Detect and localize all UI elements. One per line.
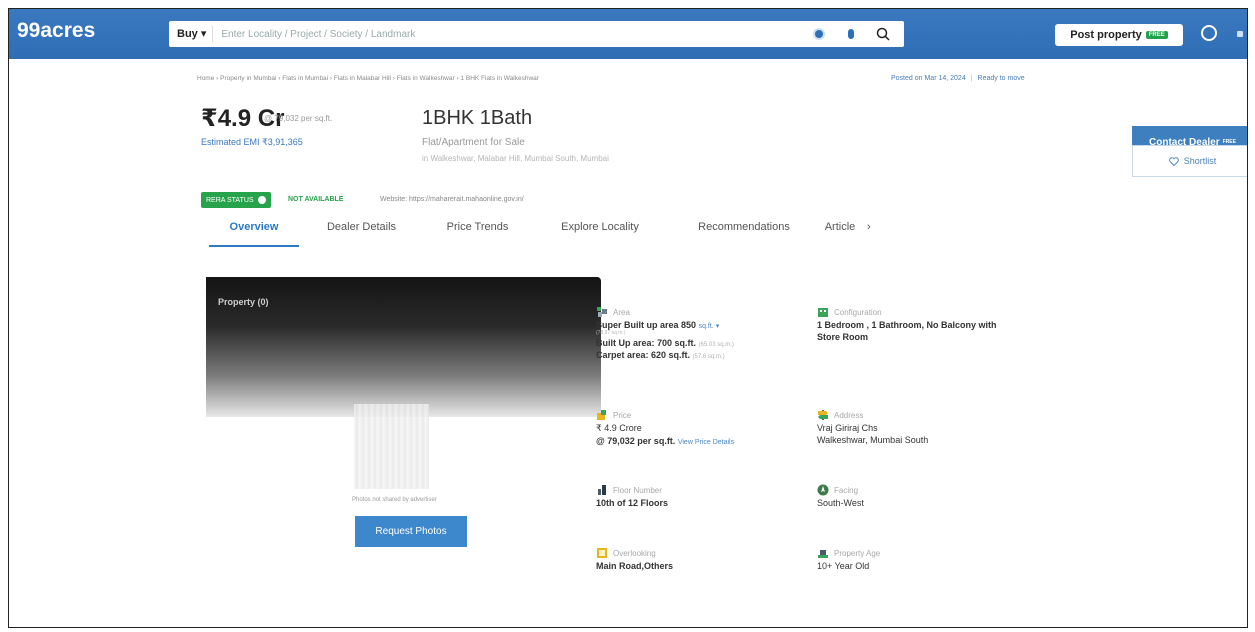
top-header: 99acres Buy ▾ Enter Locality / Project /… (9, 9, 1247, 59)
floor-label: Floor Number (613, 485, 662, 495)
detail-property-age: Property Age 10+ Year Old (817, 547, 881, 572)
detail-configuration: Configuration 1 Bedroom , 1 Bathroom, No… (817, 306, 997, 343)
user-icon[interactable] (1201, 25, 1217, 41)
shortlist-label: Shortlist (1183, 156, 1217, 166)
area-label: Area (613, 307, 630, 317)
posted-date: Posted on Mar 14, 2024 (891, 75, 966, 82)
tab-recommendations[interactable]: Recommendations (669, 213, 819, 247)
flat-type: Flat/Apartment for Sale (422, 137, 525, 148)
address-icon (818, 410, 828, 420)
property-age-value: 10+ Year Old (817, 561, 870, 571)
post-property-button[interactable]: Post property FREE (1055, 24, 1183, 46)
configuration-label: Configuration (834, 307, 882, 317)
area-unit-dropdown[interactable]: sq.ft. ▾ (699, 323, 720, 330)
price-per-sqft: @ 79,032 per sq.ft. (264, 114, 333, 123)
overlooking-label: Overlooking (613, 548, 656, 558)
rera-website[interactable]: Website: https://maharerait.mahaonline.g… (380, 196, 524, 203)
rera-label: RERA STATUS (206, 196, 254, 204)
overlooking-icon (597, 548, 607, 558)
tab-article[interactable]: Article (819, 213, 861, 247)
property-age-label: Property Age (834, 548, 881, 558)
possession-status: Ready to move (977, 75, 1025, 82)
address-line-2: Walkeshwar, Mumbai South (817, 435, 929, 445)
area-icon (597, 307, 607, 317)
locate-icon[interactable] (808, 23, 830, 45)
site-logo[interactable]: 99acres (17, 19, 95, 43)
detail-overlooking: Overlooking Main Road,Others (596, 547, 673, 571)
tab-price-trends[interactable]: Price Trends (424, 213, 531, 247)
photos-note: Photos not shared by advertiser (352, 497, 437, 503)
compass-icon (817, 484, 829, 496)
tab-dealer-details[interactable]: Dealer Details (299, 213, 424, 247)
configuration-line-1: 1 Bedroom , 1 Bathroom, No Balcony with (817, 320, 997, 330)
configuration-icon (818, 308, 828, 317)
section-tabs: Overview Dealer Details Price Trends Exp… (209, 213, 871, 247)
price-icon (597, 410, 606, 420)
buy-label: Buy (177, 28, 198, 40)
super-area-sqm: (78.97 sq.m.) (596, 330, 626, 336)
photo-count-label: Property (0) (218, 297, 269, 307)
mic-icon[interactable] (840, 23, 862, 45)
detail-facing: Facing South-West (817, 484, 864, 508)
facing-value: South-West (817, 498, 864, 508)
page-frame: 99acres Buy ▾ Enter Locality / Project /… (8, 8, 1248, 628)
tab-explore-locality[interactable]: Explore Locality (531, 213, 669, 247)
photo-placeholder (354, 404, 429, 489)
shortlist-button[interactable]: Shortlist (1132, 145, 1247, 177)
built-up-area: Built Up area: 700 sq.ft. (596, 338, 697, 348)
property-age-icon (818, 550, 828, 558)
address-line-1: Vraj Giriraj Chs (817, 423, 878, 433)
price-per-sqft-detail: @ 79,032 per sq.ft. (596, 436, 676, 446)
detail-price: Price ₹ 4.9 Crore @ 79,032 per sq.ft. Vi… (596, 409, 734, 446)
chevron-right-icon[interactable]: › (867, 213, 871, 247)
built-up-area-sqm: (65.03 sq.m.) (698, 342, 734, 348)
super-area: Super Built up area 850 (596, 320, 697, 330)
posted-info: Posted on Mar 14, 2024 | Ready to move (891, 75, 1025, 82)
menu-icon[interactable] (1237, 31, 1243, 37)
rera-availability: NOT AVAILABLE (288, 196, 344, 203)
tab-overview[interactable]: Overview (209, 213, 299, 247)
bhk-title: 1BHK 1Bath (422, 107, 533, 129)
search-bar[interactable]: Buy ▾ Enter Locality / Project / Society… (169, 21, 904, 47)
info-icon (257, 196, 266, 204)
rera-status-badge[interactable]: RERA STATUS (201, 192, 271, 208)
heart-icon (1168, 156, 1179, 166)
facing-label: Facing (834, 485, 859, 495)
detail-area: Area Super Built up area 850 sq.ft. ▾ (7… (596, 306, 734, 360)
view-price-details-link[interactable]: View Price Details (678, 439, 734, 446)
buy-dropdown[interactable]: Buy ▾ (169, 26, 214, 42)
address-label: Address (834, 410, 864, 420)
carpet-area-sqm: (57.6 sq.m.) (692, 354, 725, 360)
property-photo[interactable]: Property (0) (206, 277, 601, 417)
listing-location: in Walkeshwar, Malabar Hill, Mumbai Sout… (422, 154, 609, 163)
detail-floor: Floor Number 10th of 12 Floors (596, 484, 668, 508)
breadcrumb[interactable]: Home › Property in Mumbai › Flats in Mum… (197, 75, 539, 82)
emi-link[interactable]: Estimated EMI ₹3,91,365 (201, 137, 303, 148)
carpet-area: Carpet area: 620 sq.ft. (596, 350, 691, 360)
configuration-line-2: Store Room (817, 332, 869, 342)
floor-value: 10th of 12 Floors (596, 498, 669, 508)
search-input[interactable]: Enter Locality / Project / Society / Lan… (213, 29, 808, 40)
post-property-label: Post property (1070, 29, 1142, 41)
search-icon[interactable] (872, 23, 894, 45)
free-badge: FREE (1145, 31, 1168, 39)
floor-icon (598, 485, 606, 495)
overlooking-value: Main Road,Others (596, 561, 674, 571)
request-photos-button[interactable]: Request Photos (355, 516, 467, 547)
detail-address: Address Vraj Giriraj Chs Walkeshwar, Mum… (817, 409, 928, 445)
price-crore: ₹ 4.9 Crore (596, 423, 642, 433)
price-label: Price (613, 410, 632, 420)
